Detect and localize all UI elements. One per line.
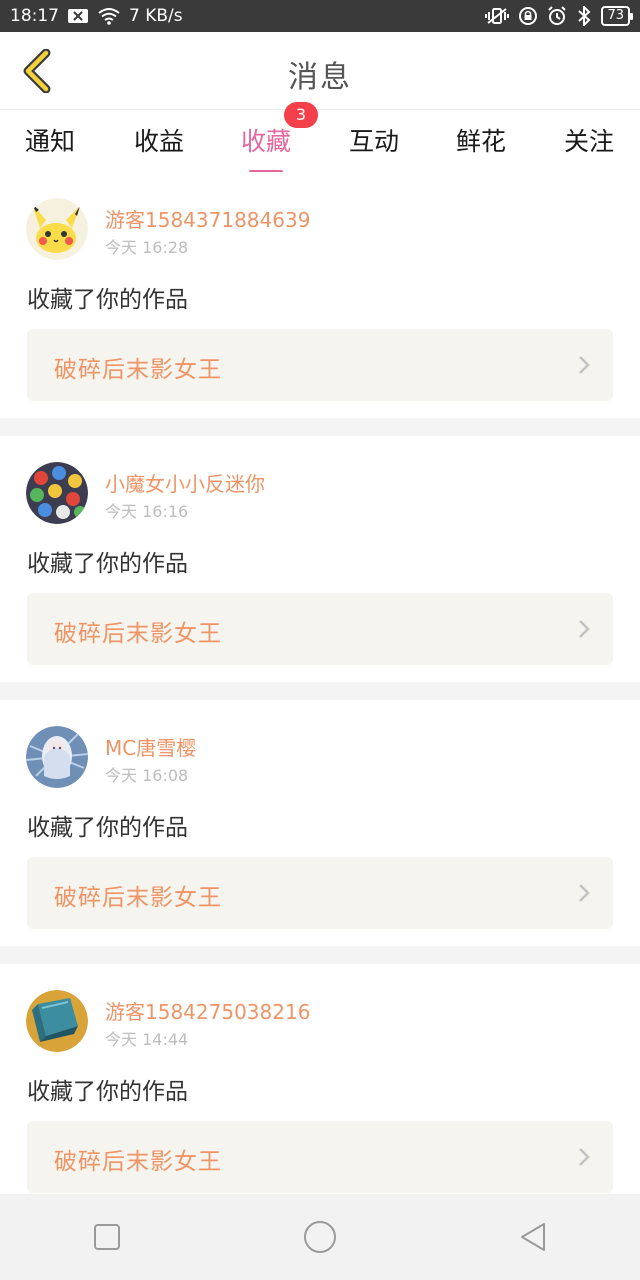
tab-notifications[interactable]: 通知 (10, 122, 90, 158)
message-text: 收藏了你的作品 (27, 815, 188, 841)
home-button[interactable] (290, 1207, 350, 1267)
chevron-right-icon (579, 356, 590, 374)
message-item: 游客1584275038216 今天 14:44 收藏了你的作品 破碎后末影女王 (0, 964, 640, 1210)
message-text: 收藏了你的作品 (27, 551, 188, 577)
username[interactable]: 游客1584275038216 (105, 996, 310, 1025)
system-nav-bar (0, 1194, 640, 1280)
favorites-badge: 3 (284, 102, 318, 128)
tab-favorites-label: 收藏 (240, 127, 291, 156)
pokeball-pattern-avatar-icon (26, 462, 88, 524)
vibrate-icon (485, 7, 510, 25)
avatar[interactable] (26, 990, 88, 1052)
timestamp: 今天 16:28 (105, 238, 189, 257)
avatar[interactable] (26, 198, 88, 260)
page-title: 消息 (288, 60, 352, 95)
work-title: 破碎后末影女王 (54, 885, 222, 911)
work-link[interactable]: 破碎后末影女王 (27, 857, 613, 929)
alarm-icon (547, 6, 567, 26)
work-title: 破碎后末影女王 (54, 1149, 222, 1175)
status-bar: 18:17 7 KB/s 73 (0, 0, 640, 32)
username[interactable]: 小魔女小小反迷你 (105, 468, 265, 497)
username[interactable]: MC唐雪樱 (105, 732, 196, 761)
message-item: 游客1584371884639 今天 16:28 收藏了你的作品 破碎后末影女王 (0, 172, 640, 418)
divider (0, 682, 640, 700)
tab-bar: 通知 收益 收藏 互动 鲜花 关注 (0, 110, 640, 174)
tab-interactions[interactable]: 互动 (334, 122, 414, 158)
lock-icon (519, 7, 538, 25)
triangle-back-icon (521, 1223, 546, 1251)
back-nav-button[interactable] (503, 1207, 563, 1267)
work-title: 破碎后末影女王 (54, 621, 222, 647)
tab-earnings[interactable]: 收益 (119, 122, 199, 158)
work-link[interactable]: 破碎后末影女王 (27, 1121, 613, 1193)
tab-flowers[interactable]: 鲜花 (441, 122, 521, 158)
chevron-right-icon (579, 884, 590, 902)
tab-follows[interactable]: 关注 (549, 122, 629, 158)
notification-close-icon (67, 8, 89, 24)
chevron-right-icon (579, 620, 590, 638)
wifi-icon (97, 7, 121, 25)
bluetooth-icon (577, 6, 591, 26)
anime-girl-avatar-icon (26, 726, 88, 788)
square-icon (93, 1224, 120, 1250)
work-link[interactable]: 破碎后末影女王 (27, 329, 613, 401)
header-bar: 消息 (0, 32, 640, 110)
avatar[interactable] (26, 726, 88, 788)
circle-icon (303, 1221, 336, 1253)
message-list: 游客1584371884639 今天 16:28 收藏了你的作品 破碎后末影女王 (0, 172, 640, 1210)
message-item: 小魔女小小反迷你 今天 16:16 收藏了你的作品 破碎后末影女王 (0, 436, 640, 682)
work-link[interactable]: 破碎后末影女王 (27, 593, 613, 665)
chevron-right-icon (579, 1148, 590, 1166)
work-title: 破碎后末影女王 (54, 357, 222, 383)
divider (0, 418, 640, 436)
avatar[interactable] (26, 462, 88, 524)
timestamp: 今天 14:44 (105, 1030, 189, 1049)
blue-cube-avatar-icon (26, 990, 88, 1052)
pikachu-avatar-icon (26, 198, 88, 260)
timestamp: 今天 16:16 (105, 502, 189, 521)
message-text: 收藏了你的作品 (27, 1079, 188, 1105)
battery-indicator: 73 (601, 6, 633, 26)
network-speed: 7 KB/s (129, 6, 183, 26)
message-item: MC唐雪樱 今天 16:08 收藏了你的作品 破碎后末影女王 (0, 700, 640, 946)
username[interactable]: 游客1584371884639 (105, 204, 310, 233)
message-text: 收藏了你的作品 (27, 287, 188, 313)
divider (0, 946, 640, 964)
timestamp: 今天 16:08 (105, 766, 189, 785)
recents-button[interactable] (77, 1207, 137, 1267)
status-time: 18:17 (10, 6, 59, 26)
